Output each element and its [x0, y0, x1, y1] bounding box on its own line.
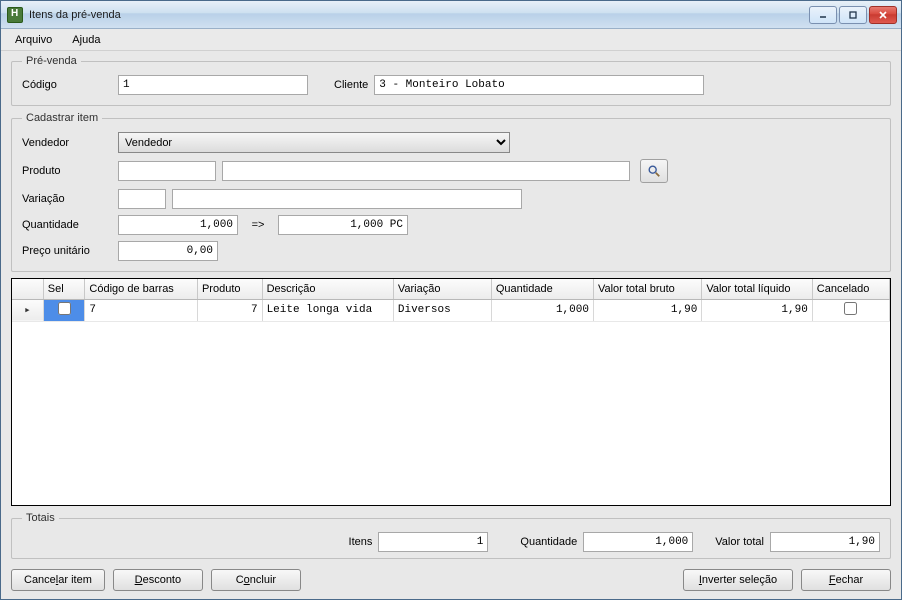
desconto-button[interactable]: Desconto	[113, 569, 203, 591]
header-valor-liquido[interactable]: Valor total líquido	[702, 279, 812, 299]
concluir-button[interactable]: Concluir	[211, 569, 301, 591]
table-row[interactable]: ▸ 7 7 Leite longa vida Diversos 1,000 1,…	[12, 299, 890, 321]
legend-pre-venda: Pré-venda	[22, 55, 81, 67]
header-handle[interactable]	[12, 279, 43, 299]
row-select-checkbox[interactable]	[58, 302, 71, 315]
menubar: Arquivo Ajuda	[1, 29, 901, 51]
input-cliente[interactable]	[374, 75, 704, 95]
header-descricao[interactable]: Descrição	[262, 279, 393, 299]
search-produto-button[interactable]	[640, 159, 668, 183]
label-preco: Preço unitário	[22, 245, 112, 257]
input-produto-code[interactable]	[118, 161, 216, 181]
group-totais: Totais Itens Quantidade Valor total	[11, 512, 891, 559]
cell-variacao[interactable]: Diversos	[393, 299, 491, 321]
label-variacao: Variação	[22, 193, 112, 205]
window-controls	[809, 6, 897, 24]
maximize-icon	[848, 10, 858, 20]
grid-empty-area	[12, 322, 890, 506]
app-icon	[7, 7, 23, 23]
cell-sel[interactable]	[43, 299, 85, 321]
table-header-row: Sel Código de barras Produto Descrição V…	[12, 279, 890, 299]
label-cliente: Cliente	[334, 79, 368, 91]
cell-quantidade[interactable]: 1,000	[491, 299, 593, 321]
label-produto: Produto	[22, 165, 112, 177]
search-icon	[647, 164, 661, 178]
window-title: Itens da pré-venda	[29, 9, 809, 21]
close-icon	[878, 10, 888, 20]
current-row-icon: ▸	[24, 305, 31, 317]
input-quantidade-converted[interactable]	[278, 215, 408, 235]
select-vendedor[interactable]: Vendedor	[118, 132, 510, 153]
cell-cancelado[interactable]	[812, 299, 889, 321]
header-cancelado[interactable]: Cancelado	[812, 279, 889, 299]
group-cadastrar-item: Cadastrar item Vendedor Vendedor Produto	[11, 112, 891, 272]
label-qty-arrow: =>	[244, 219, 272, 231]
input-variacao-name[interactable]	[172, 189, 522, 209]
cancelado-checkbox[interactable]	[844, 302, 857, 315]
label-valor-total: Valor total	[715, 536, 764, 548]
group-pre-venda: Pré-venda Código Cliente	[11, 55, 891, 106]
header-quantidade[interactable]: Quantidade	[491, 279, 593, 299]
input-preco-unitario[interactable]	[118, 241, 218, 261]
label-quantidade: Quantidade	[22, 219, 112, 231]
input-produto-name[interactable]	[222, 161, 630, 181]
header-variacao[interactable]: Variação	[393, 279, 491, 299]
label-itens: Itens	[349, 536, 373, 548]
legend-cadastrar-item: Cadastrar item	[22, 112, 102, 124]
titlebar: Itens da pré-venda	[1, 1, 901, 29]
content-area: Pré-venda Código Cliente Cadastrar item …	[1, 51, 901, 599]
maximize-button[interactable]	[839, 6, 867, 24]
header-produto[interactable]: Produto	[197, 279, 262, 299]
cell-valor-liquido[interactable]: 1,90	[702, 299, 812, 321]
items-grid: Sel Código de barras Produto Descrição V…	[11, 278, 891, 506]
label-codigo: Código	[22, 79, 112, 91]
legend-totais: Totais	[22, 512, 59, 524]
input-variacao-code[interactable]	[118, 189, 166, 209]
cell-codigo-barras[interactable]: 7	[85, 299, 198, 321]
cell-produto[interactable]: 7	[197, 299, 262, 321]
input-quantidade[interactable]	[118, 215, 238, 235]
button-bar: Cancelar item Desconto Concluir Inverter…	[11, 565, 891, 591]
output-quantidade-total	[583, 532, 693, 552]
output-itens	[378, 532, 488, 552]
items-table: Sel Código de barras Produto Descrição V…	[12, 279, 890, 322]
header-codigo-barras[interactable]: Código de barras	[85, 279, 198, 299]
cell-valor-bruto[interactable]: 1,90	[593, 299, 701, 321]
window-frame: Itens da pré-venda Arquivo Ajuda Pré-ven…	[0, 0, 902, 600]
row-indicator: ▸	[12, 299, 43, 321]
menu-ajuda[interactable]: Ajuda	[62, 31, 110, 49]
input-codigo[interactable]	[118, 75, 308, 95]
header-valor-bruto[interactable]: Valor total bruto	[593, 279, 701, 299]
cancelar-item-button[interactable]: Cancelar item	[11, 569, 105, 591]
label-vendedor: Vendedor	[22, 137, 112, 149]
menu-arquivo[interactable]: Arquivo	[5, 31, 62, 49]
close-button[interactable]	[869, 6, 897, 24]
minimize-icon	[818, 10, 828, 20]
inverter-selecao-button[interactable]: Inverter seleção	[683, 569, 793, 591]
output-valor-total	[770, 532, 880, 552]
label-quantidade-total: Quantidade	[520, 536, 577, 548]
header-sel[interactable]: Sel	[43, 279, 85, 299]
minimize-button[interactable]	[809, 6, 837, 24]
cell-descricao[interactable]: Leite longa vida	[262, 299, 393, 321]
fechar-button[interactable]: Fechar	[801, 569, 891, 591]
